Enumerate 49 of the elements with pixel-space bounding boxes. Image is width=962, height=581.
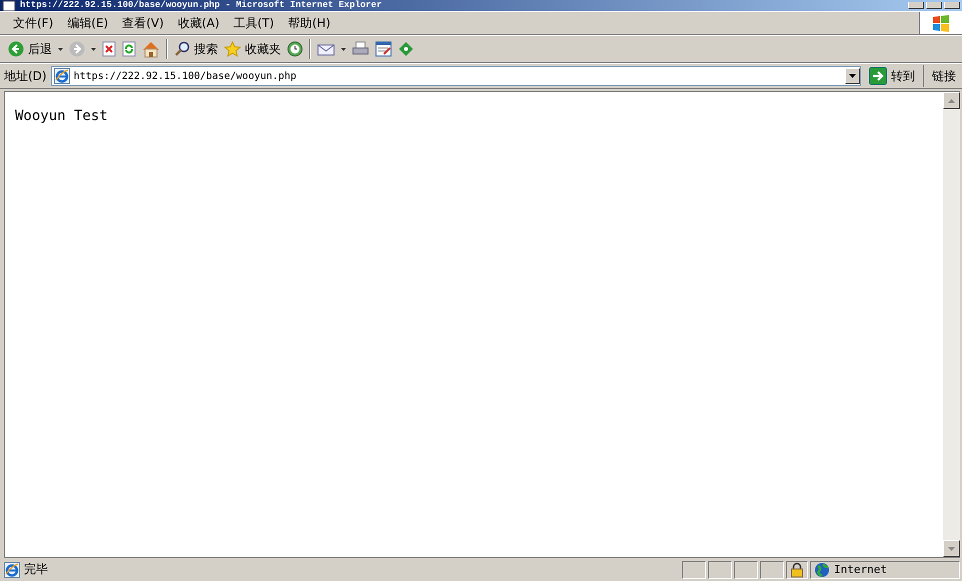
- close-button[interactable]: [944, 2, 960, 9]
- envelope-icon[interactable]: [317, 42, 335, 56]
- links-button[interactable]: 链接: [928, 68, 962, 84]
- menu-item[interactable]: 文件(F): [6, 14, 60, 32]
- page-icon: [54, 68, 70, 84]
- menu-item[interactable]: 编辑(E): [60, 14, 116, 32]
- go-button[interactable]: 转到: [865, 65, 924, 87]
- security-zone-text: Internet: [834, 563, 887, 576]
- minimize-button[interactable]: [908, 2, 924, 9]
- edit-page-icon[interactable]: [375, 41, 392, 57]
- status-text: 完毕: [24, 561, 48, 578]
- dropdown-caret-icon[interactable]: [58, 48, 63, 50]
- windows-logo-icon: [931, 13, 951, 33]
- address-field[interactable]: https://222.92.15.100/base/wooyun.php: [50, 66, 861, 86]
- clock-icon[interactable]: [287, 41, 303, 57]
- back-button[interactable]: 后退: [8, 40, 52, 58]
- globe-icon: [814, 562, 830, 578]
- search-icon[interactable]: [174, 41, 190, 57]
- menu-item[interactable]: 查看(V): [115, 14, 171, 32]
- status-panel: [760, 560, 784, 578]
- search-button[interactable]: 搜索: [174, 40, 218, 58]
- menu-item[interactable]: 收藏(A): [170, 14, 226, 32]
- diamond-icon[interactable]: [398, 41, 414, 57]
- dropdown-button[interactable]: [845, 68, 860, 84]
- page-text: Wooyun Test: [15, 108, 109, 124]
- menu-item[interactable]: 工具(T): [226, 14, 282, 32]
- menu-item[interactable]: 帮助(H): [281, 14, 338, 32]
- status-panel: [734, 560, 758, 578]
- scroll-down-button[interactable]: [943, 540, 960, 557]
- scrollbar[interactable]: [943, 92, 960, 557]
- page-icon: [4, 562, 20, 578]
- favorites-button[interactable]: 收藏夹: [224, 40, 281, 58]
- dropdown-arrow-icon: [849, 74, 856, 78]
- printer-icon[interactable]: [352, 41, 369, 57]
- dropdown-caret-icon[interactable]: [341, 48, 346, 50]
- status-panel: [682, 560, 706, 578]
- dropdown-caret-icon[interactable]: [91, 48, 96, 50]
- star-icon[interactable]: [224, 41, 241, 57]
- maximize-button[interactable]: [926, 2, 942, 9]
- home-icon[interactable]: [142, 40, 160, 58]
- scroll-up-button[interactable]: [943, 92, 960, 109]
- address-label: 地址(D): [4, 68, 47, 84]
- down-arrow-icon: [948, 546, 955, 550]
- padlock-icon: [790, 562, 804, 578]
- window-title: https://222.92.15.100/base/wooyun.php - Microsoft Internet Explorer: [20, 1, 382, 10]
- status-panel: [708, 560, 732, 578]
- refresh-icon[interactable]: [122, 41, 136, 57]
- stop-icon[interactable]: [102, 41, 116, 57]
- up-arrow-icon: [948, 98, 955, 102]
